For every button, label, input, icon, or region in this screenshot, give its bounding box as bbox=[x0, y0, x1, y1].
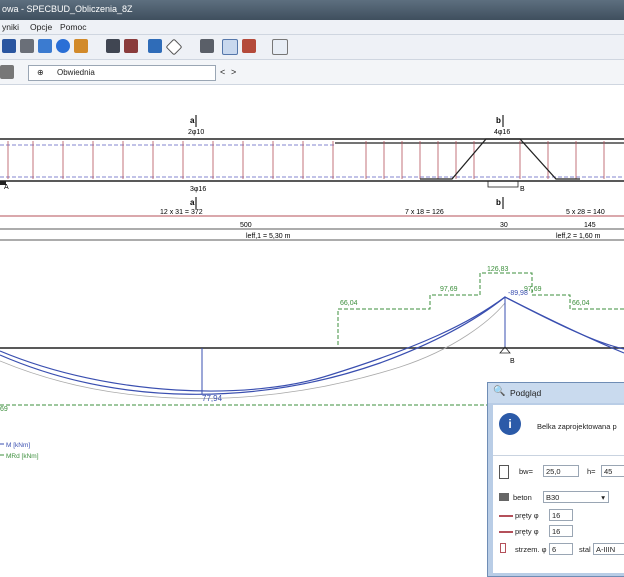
leff-1: leff,1 = 5,30 m bbox=[246, 233, 291, 240]
load-icon[interactable] bbox=[124, 39, 138, 53]
support-b-label: B bbox=[520, 186, 525, 193]
nav-prev-button[interactable]: < bbox=[220, 67, 225, 77]
stal-label: stal bbox=[579, 545, 591, 554]
calc-icon[interactable] bbox=[74, 39, 88, 53]
h-label: h= bbox=[587, 467, 596, 476]
menu-item-pomoc[interactable]: Pomoc bbox=[60, 22, 86, 32]
h-input[interactable]: 45 bbox=[601, 465, 624, 477]
window-titlebar: owa - SPECBUD_Obliczenia_8Z bbox=[0, 0, 624, 20]
menu-bar: yniki Opcje Pomoc bbox=[0, 20, 624, 35]
capacity-curve bbox=[0, 302, 506, 399]
beton-value: B30 bbox=[546, 493, 560, 502]
preview-icon[interactable] bbox=[38, 39, 52, 53]
menu-item-opcje[interactable]: Opcje bbox=[30, 22, 52, 32]
prety2-input[interactable]: 16 bbox=[549, 525, 573, 537]
stirrups bbox=[7, 141, 605, 179]
dialog-message: Belka zaprojektowana p bbox=[537, 422, 617, 431]
window-title: owa - SPECBUD_Obliczenia_8Z bbox=[2, 4, 133, 14]
bw-input[interactable]: 25,0 bbox=[543, 465, 579, 477]
view-mode-icon[interactable] bbox=[0, 65, 14, 79]
context-help-icon[interactable] bbox=[272, 39, 288, 55]
dim-3: 145 bbox=[584, 222, 596, 229]
combo-value: Obwiednia bbox=[57, 68, 95, 77]
spacing-1: 12 x 31 = 372 bbox=[160, 209, 203, 216]
legend-m: M [kNm] bbox=[6, 442, 30, 449]
result-combo[interactable]: ⊕ Obwiednia bbox=[28, 65, 216, 81]
diagram-support-b-label: B bbox=[510, 358, 515, 365]
value-66-04-right: 66,04 bbox=[572, 300, 590, 307]
rebar-top-icon bbox=[499, 515, 513, 517]
diagram-icon[interactable] bbox=[222, 39, 238, 55]
spacing-2: 7 x 18 = 126 bbox=[405, 209, 444, 216]
label-b-top: b bbox=[496, 116, 501, 125]
strzem-label: strzem. φ bbox=[515, 545, 547, 554]
value-97-69-left: 97,69 bbox=[440, 286, 458, 293]
stirrup-icon bbox=[500, 543, 506, 553]
section-shape-icon bbox=[499, 465, 509, 479]
value-neg-89-98: -89,98 bbox=[508, 290, 528, 297]
bw-label: bw= bbox=[519, 467, 533, 476]
prety2-label: pręty φ bbox=[515, 527, 539, 536]
value-69: 69 bbox=[0, 406, 8, 413]
concrete-icon bbox=[499, 493, 509, 501]
support-b-mark bbox=[487, 180, 519, 188]
print-icon[interactable] bbox=[20, 39, 34, 53]
main-toolbar bbox=[0, 35, 624, 60]
value-77-94: 77,94 bbox=[202, 394, 223, 403]
leff-2: leff,2 = 1,60 m bbox=[556, 233, 601, 240]
beton-select[interactable]: B30 ▾ bbox=[543, 491, 609, 503]
info-icon: i bbox=[499, 413, 521, 435]
dim-1: 500 bbox=[240, 222, 252, 229]
prety1-label: pręty φ bbox=[515, 511, 539, 520]
stal-select[interactable]: A-IIIN bbox=[593, 543, 624, 555]
magnifier-icon: 🔍 bbox=[493, 386, 506, 397]
results-icon[interactable] bbox=[242, 39, 256, 53]
spacing-3: 5 x 28 = 140 bbox=[566, 209, 605, 216]
save-icon[interactable] bbox=[2, 39, 16, 53]
combo-prefix-icon: ⊕ bbox=[37, 68, 44, 77]
prety1-input[interactable]: 16 bbox=[549, 509, 573, 521]
bent-bars bbox=[420, 138, 580, 180]
strzem-input[interactable]: 6 bbox=[549, 543, 573, 555]
label-a-top: a bbox=[190, 116, 195, 125]
value-66-04-left: 66,04 bbox=[340, 300, 358, 307]
view-toolbar: ⊕ Obwiednia < > bbox=[0, 60, 624, 85]
rebar-top-a: 2φ10 bbox=[188, 129, 204, 136]
rebar-bottom-icon bbox=[499, 531, 513, 533]
dim-2: 30 bbox=[500, 222, 508, 229]
section-icon[interactable] bbox=[148, 39, 162, 53]
preview-dialog: 🔍 Podgląd i Belka zaprojektowana p bw= 2… bbox=[487, 382, 624, 577]
chevron-down-icon: ▾ bbox=[601, 493, 605, 502]
help-icon[interactable] bbox=[56, 39, 70, 53]
menu-item-wyniki[interactable]: yniki bbox=[2, 22, 19, 32]
dialog-header: 🔍 Podgląd bbox=[488, 383, 624, 403]
dialog-title: Podgląd bbox=[510, 388, 542, 398]
rebar-top-b: 4φ16 bbox=[494, 129, 510, 136]
rebar-bot-a: 3φ16 bbox=[190, 186, 206, 193]
support-a-label: A bbox=[4, 184, 9, 191]
value-126-83: 126,83 bbox=[487, 266, 509, 273]
beam-icon[interactable] bbox=[106, 39, 120, 53]
beton-label: beton bbox=[513, 493, 532, 502]
moment-envelope-1 bbox=[0, 296, 624, 392]
nav-next-button[interactable]: > bbox=[231, 67, 236, 77]
dialog-body: i Belka zaprojektowana p bw= 25,0 h= 45 … bbox=[493, 405, 624, 573]
legend-mr: MRd [kNm] bbox=[6, 453, 39, 460]
diamond-icon[interactable] bbox=[165, 38, 183, 56]
label-a-mid: a bbox=[190, 198, 195, 207]
clipboard-icon[interactable] bbox=[200, 39, 214, 53]
dialog-divider bbox=[493, 455, 624, 456]
label-b-mid: b bbox=[496, 198, 501, 207]
